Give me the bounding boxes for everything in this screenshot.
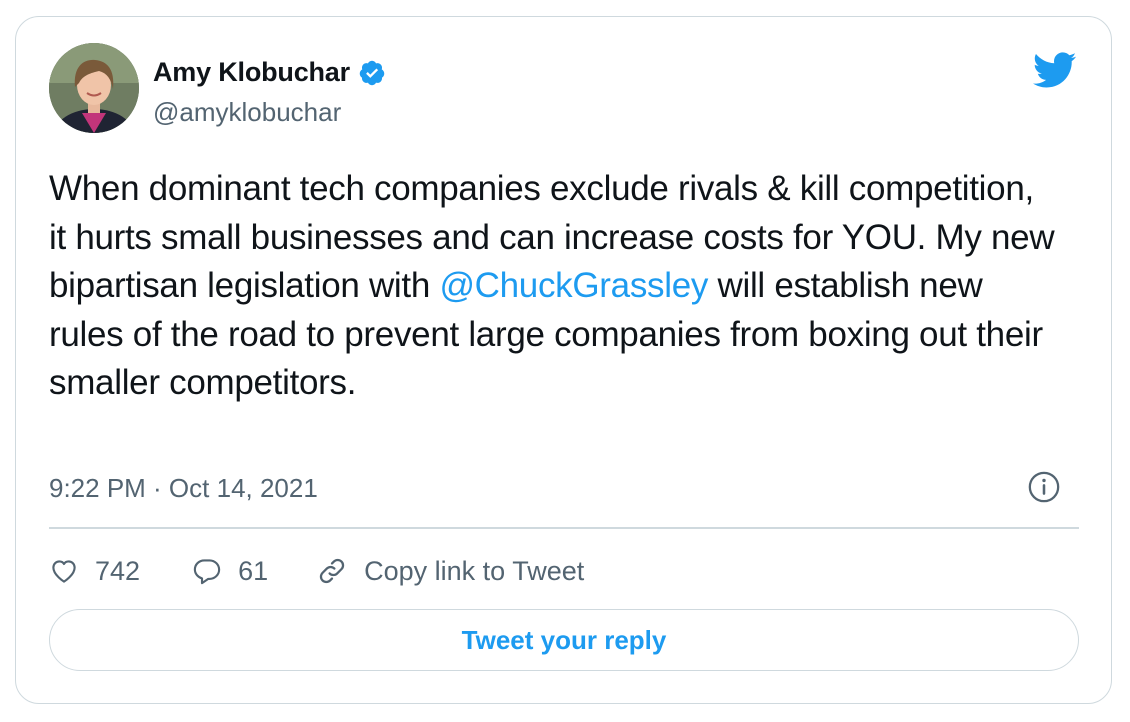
tweet-card: Amy Klobuchar @amyklobuchar When dominan… bbox=[15, 16, 1112, 704]
author-handle[interactable]: @amyklobuchar bbox=[153, 97, 341, 128]
heart-icon bbox=[52, 560, 76, 583]
action-bar: 742 61 Copy link to Tweet bbox=[49, 553, 584, 589]
author-name-row[interactable]: Amy Klobuchar bbox=[153, 57, 386, 88]
mention-link[interactable]: @ChuckGrassley bbox=[439, 266, 708, 305]
divider bbox=[49, 527, 1079, 529]
like-count: 742 bbox=[95, 555, 141, 586]
twitter-bird-icon[interactable] bbox=[1031, 51, 1077, 89]
link-icon bbox=[319, 558, 345, 584]
verified-badge-icon bbox=[359, 60, 385, 85]
like-button[interactable]: 742 bbox=[49, 556, 140, 587]
tweet-your-reply-button[interactable]: Tweet your reply bbox=[49, 609, 1079, 671]
speech-bubble-icon bbox=[193, 559, 221, 585]
tweet-text: When dominant tech companies exclude riv… bbox=[49, 165, 1059, 408]
info-icon[interactable] bbox=[1027, 470, 1061, 504]
reply-button[interactable]: 61 bbox=[192, 556, 268, 587]
author-display-name[interactable]: Amy Klobuchar bbox=[153, 57, 350, 88]
copy-link-button[interactable]: Copy link to Tweet bbox=[316, 555, 584, 587]
tweet-timestamp[interactable]: 9:22 PM · Oct 14, 2021 bbox=[49, 473, 318, 504]
reply-count: 61 bbox=[238, 555, 269, 586]
copy-link-label: Copy link to Tweet bbox=[364, 555, 585, 586]
avatar[interactable] bbox=[49, 43, 139, 133]
